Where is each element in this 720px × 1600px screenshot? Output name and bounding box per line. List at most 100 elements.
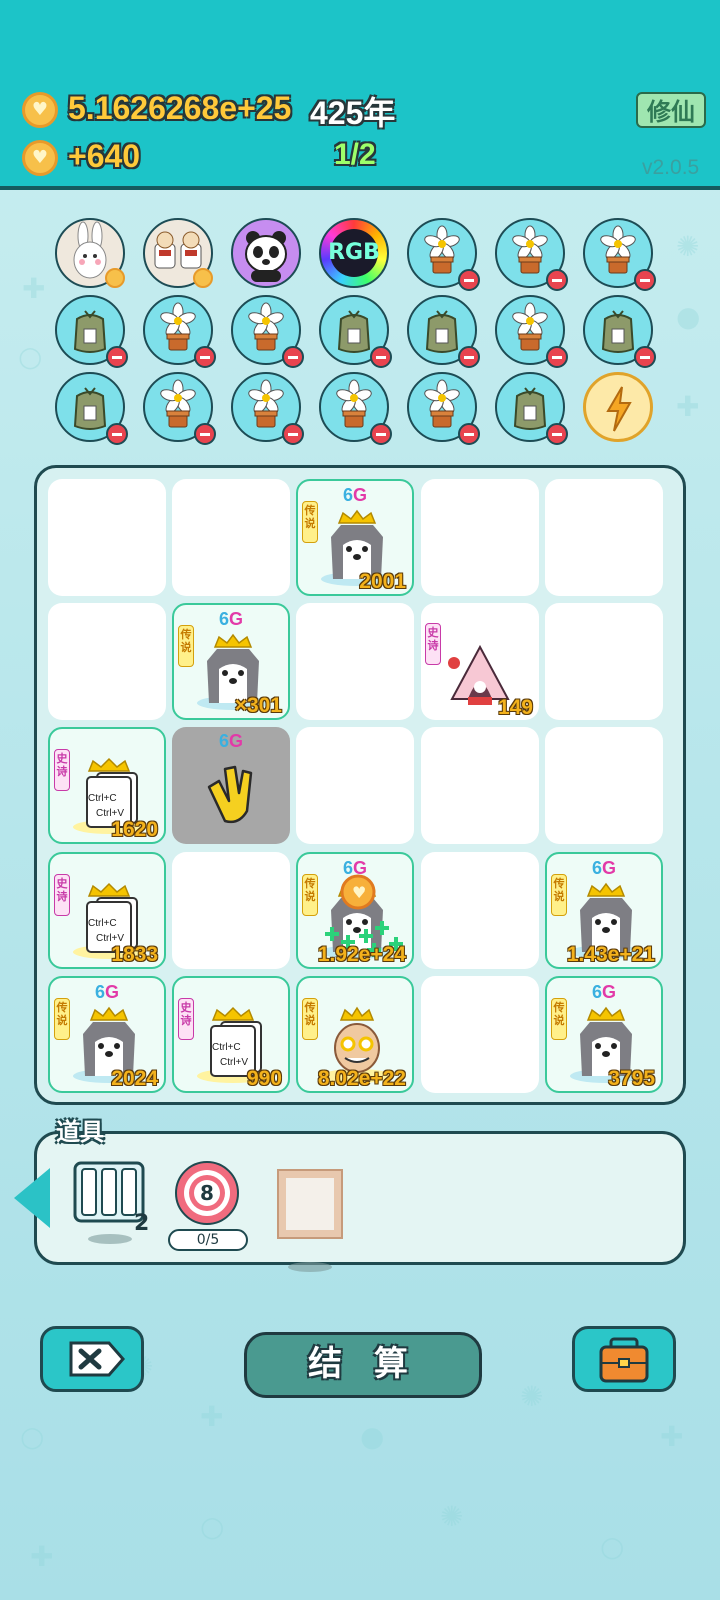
- tent-tile[interactable]: 史诗 149: [421, 603, 539, 720]
- empty-cell[interactable]: [296, 603, 414, 720]
- remove-buff-icon[interactable]: [194, 346, 216, 368]
- remove-buff-icon[interactable]: [634, 269, 656, 291]
- flower-buff-icon[interactable]: [143, 372, 216, 445]
- legend-rarity-tag: 传说: [178, 625, 194, 667]
- flower-buff-icon[interactable]: [407, 218, 480, 291]
- flower-buff-icon[interactable]: [495, 218, 568, 291]
- empty-cell[interactable]: [545, 603, 663, 720]
- remove-buff-icon[interactable]: [194, 423, 216, 445]
- flower-buff-icon[interactable]: [231, 372, 304, 445]
- epic-rarity-tag: 史诗: [54, 749, 70, 791]
- settle-button[interactable]: 结 算: [244, 1332, 482, 1398]
- remove-buff-icon[interactable]: [546, 346, 568, 368]
- remove-buff-icon[interactable]: [282, 346, 304, 368]
- bg-decoration: ○: [20, 1420, 45, 1453]
- bunny-buff-icon[interactable]: [55, 218, 125, 288]
- husky-tile[interactable]: 6G 传说 3795: [545, 976, 663, 1093]
- remove-buff-icon[interactable]: [106, 346, 128, 368]
- cultivation-mode-button[interactable]: 修仙: [636, 92, 706, 128]
- merge-board: 6G 传说 2001 6G 传说 ×301 史诗 149 Ctrl+C Ctrl+V 史诗 1620 6…: [34, 465, 686, 1105]
- remove-buff-icon[interactable]: [458, 346, 480, 368]
- frame-prop[interactable]: [276, 1168, 344, 1240]
- generation-letter: G: [229, 609, 244, 629]
- legend-rarity-tag: 传说: [302, 998, 318, 1040]
- generation-number: 6: [591, 858, 602, 878]
- bag-buff-icon[interactable]: [583, 295, 656, 368]
- remove-buff-icon[interactable]: [546, 423, 568, 445]
- shelf-shadow: [88, 1234, 132, 1244]
- bg-decoration: ✚: [676, 390, 700, 423]
- flower-buff-icon[interactable]: [319, 372, 392, 445]
- generation-letter: G: [602, 858, 617, 878]
- flower-buff-icon[interactable]: [143, 295, 216, 368]
- income-coin-icon: [22, 140, 58, 176]
- gold-coin-icon: [22, 92, 58, 128]
- backpack-button[interactable]: [572, 1326, 676, 1392]
- stack-count: 1620: [111, 818, 158, 841]
- empty-cell[interactable]: [545, 727, 663, 844]
- bg-decoration: ✚: [660, 1420, 684, 1453]
- stack-count: 990: [246, 1067, 282, 1090]
- empty-cell[interactable]: [172, 479, 290, 596]
- ctrl-tile[interactable]: Ctrl+C Ctrl+V 史诗 990: [172, 976, 290, 1093]
- stack-count: 1833: [111, 943, 158, 966]
- bg-decoration: ✺: [440, 1500, 464, 1533]
- ctrl-tile[interactable]: Ctrl+C Ctrl+V 史诗 1620: [48, 727, 166, 844]
- bag-buff-icon[interactable]: [495, 372, 568, 445]
- stack-count: 2024: [111, 1067, 158, 1090]
- empty-cell[interactable]: [545, 479, 663, 596]
- flower-buff-icon[interactable]: [407, 372, 480, 445]
- empty-cell[interactable]: [296, 727, 414, 844]
- stack-count: ×301: [234, 694, 282, 717]
- empty-cell[interactable]: [421, 479, 539, 596]
- remove-buff-icon[interactable]: [370, 423, 392, 445]
- remove-buff-icon[interactable]: [370, 346, 392, 368]
- lightning-buff-icon[interactable]: [583, 372, 653, 442]
- panda-buff-icon[interactable]: [231, 218, 301, 288]
- props-prev-arrow-icon[interactable]: [14, 1168, 50, 1228]
- remove-buff-icon[interactable]: [458, 423, 480, 445]
- target-prop[interactable]: 8: [174, 1160, 240, 1226]
- ctrl-tile[interactable]: Ctrl+C Ctrl+V 史诗 1833: [48, 852, 166, 969]
- husky-tile[interactable]: 6G 传说 ♥ 1.92e+24: [296, 852, 414, 969]
- husky-tile[interactable]: 6G 传说 ×301: [172, 603, 290, 720]
- frame-shadow: [288, 1262, 332, 1272]
- discard-button[interactable]: [40, 1326, 144, 1392]
- empty-cell[interactable]: [421, 852, 539, 969]
- legend-rarity-tag: 传说: [551, 874, 567, 916]
- husky-tile[interactable]: 6G 传说 1.43e+21: [545, 852, 663, 969]
- husky-tile[interactable]: 6G 传说 2001: [296, 479, 414, 596]
- generation-number: 6: [591, 982, 602, 1002]
- flower-buff-icon[interactable]: [583, 218, 656, 291]
- bag-buff-icon[interactable]: [407, 295, 480, 368]
- empty-cell[interactable]: [172, 852, 290, 969]
- empty-cell[interactable]: [421, 976, 539, 1093]
- remove-buff-icon[interactable]: [634, 346, 656, 368]
- stack-count: 149: [497, 696, 533, 719]
- empty-cell[interactable]: [48, 479, 166, 596]
- bg-decoration: ✚: [22, 272, 46, 305]
- dairy-buff-icon[interactable]: [143, 218, 213, 288]
- remove-buff-icon[interactable]: [106, 423, 128, 445]
- husky-tile[interactable]: 6G 传说 2024: [48, 976, 166, 1093]
- flower-buff-icon[interactable]: [495, 295, 568, 368]
- hand-tile[interactable]: 6G: [172, 727, 290, 844]
- bag-buff-icon[interactable]: [55, 372, 128, 445]
- props-title: 道具: [56, 1118, 104, 1146]
- remove-buff-icon[interactable]: [458, 269, 480, 291]
- bag-buff-icon[interactable]: [55, 295, 128, 368]
- bag-buff-icon[interactable]: [319, 295, 392, 368]
- oldman-tile[interactable]: 传说 8.02e+22: [296, 976, 414, 1093]
- remove-buff-icon[interactable]: [546, 269, 568, 291]
- empty-cell[interactable]: [48, 603, 166, 720]
- empty-cell[interactable]: [421, 727, 539, 844]
- generation-number: 6: [218, 609, 229, 629]
- rgb-buff-icon[interactable]: RGB: [319, 218, 389, 288]
- generation-letter: G: [602, 982, 617, 1002]
- briefcase-icon: [599, 1337, 649, 1383]
- page-indicator[interactable]: 1/2: [334, 138, 376, 172]
- frame-icon: [277, 1169, 343, 1239]
- flower-buff-icon[interactable]: [231, 295, 304, 368]
- ctrl-c-label: Ctrl+C: [88, 793, 117, 804]
- remove-buff-icon[interactable]: [282, 423, 304, 445]
